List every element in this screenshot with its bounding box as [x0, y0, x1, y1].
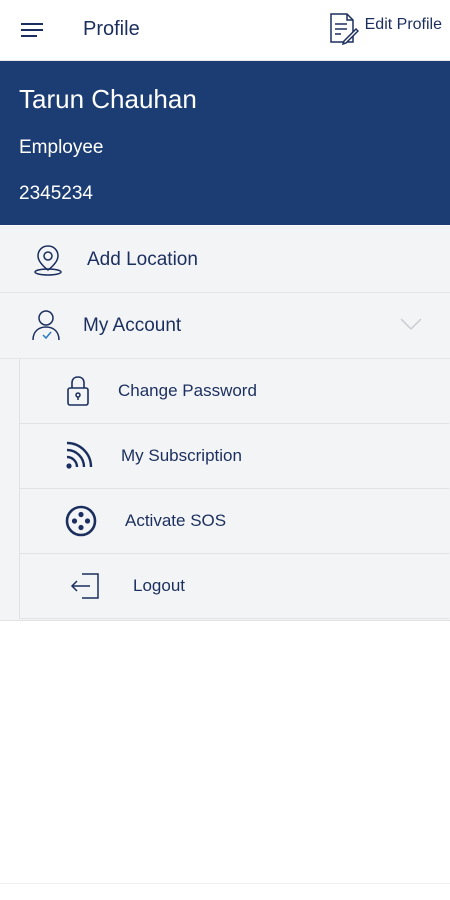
top-app-bar: Profile Edit Profile [0, 0, 450, 61]
bottom-divider [0, 883, 450, 884]
edit-profile-button[interactable]: Edit Profile [327, 12, 442, 46]
hamburger-menu-icon [21, 23, 43, 37]
lock-icon [67, 376, 89, 406]
profile-name: Tarun Chauhan [19, 84, 197, 114]
menu-button[interactable] [14, 14, 50, 46]
add-location-item[interactable]: Add Location [0, 226, 450, 293]
chevron-down-icon[interactable] [400, 317, 422, 331]
logout-icon [70, 573, 99, 599]
profile-role: Employee [19, 137, 104, 158]
profile-header: Tarun Chauhan Employee 2345234 [0, 61, 450, 225]
profile-id: 2345234 [19, 183, 93, 204]
add-location-label: Add Location [87, 249, 198, 270]
account-submenu: Change Password My Subscription Activate… [0, 359, 450, 621]
change-password-label: Change Password [118, 381, 257, 400]
location-pin-icon [34, 245, 62, 276]
sos-dots-icon [65, 505, 97, 537]
logout-item[interactable]: Logout [19, 554, 449, 619]
activate-sos-label: Activate SOS [125, 511, 227, 530]
page-title: Profile [83, 18, 140, 40]
my-account-label: My Account [83, 315, 182, 336]
my-account-item[interactable]: My Account [0, 293, 450, 359]
profile-screen: Profile Edit Profile Tarun Chauhan Emplo… [0, 0, 450, 900]
user-icon [32, 310, 60, 341]
my-subscription-label: My Subscription [121, 446, 242, 465]
my-subscription-item[interactable]: My Subscription [19, 424, 449, 489]
rss-feed-icon [66, 441, 93, 469]
activate-sos-item[interactable]: Activate SOS [19, 489, 449, 554]
logout-label: Logout [133, 576, 185, 595]
edit-document-icon [329, 13, 359, 46]
change-password-item[interactable]: Change Password [19, 359, 449, 424]
edit-profile-label: Edit Profile [364, 16, 442, 33]
